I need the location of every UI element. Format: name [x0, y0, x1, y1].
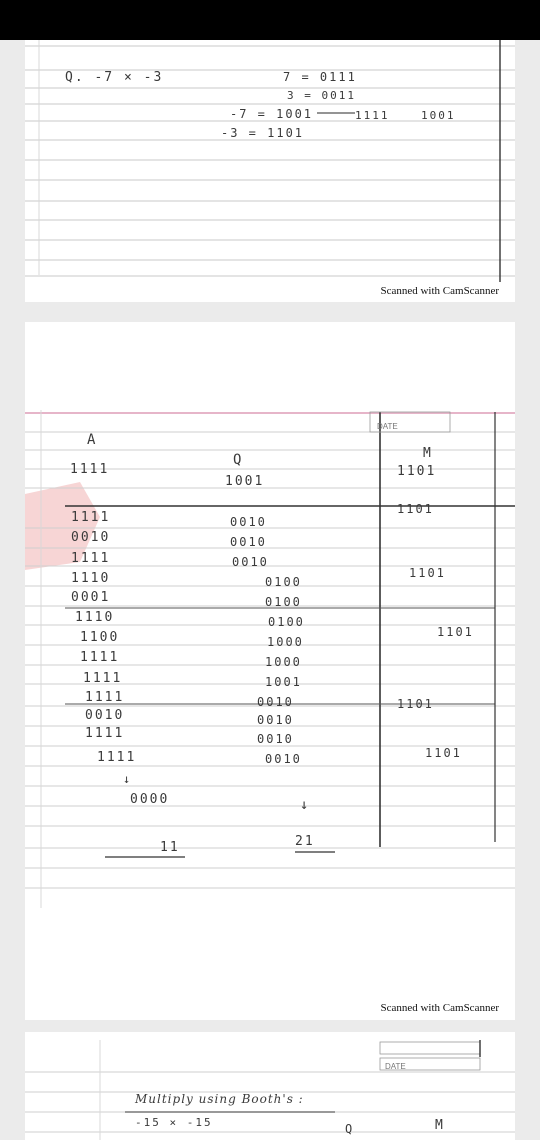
m-value-6: 1101	[425, 746, 462, 760]
page1-twos-complement: 1001	[421, 109, 456, 122]
q-step-6: 0100	[265, 595, 302, 609]
page3-subline: -15 × -15	[135, 1116, 213, 1129]
a-step-11: 1111	[85, 690, 125, 705]
a-step-10: 1111	[83, 671, 123, 686]
a-step-7: 1110	[75, 610, 115, 625]
q-step-10: 1001	[265, 675, 302, 689]
scanned-page-3: DATE Multiply using Booth's : -15 × -15 …	[25, 1032, 515, 1140]
q-step-5: 0100	[265, 575, 302, 589]
a-step-13: 1111	[85, 726, 125, 741]
a-down-arrow: ↓	[123, 772, 133, 786]
m-value-2: 1101	[397, 502, 434, 516]
a-step-2: 1111	[71, 510, 111, 525]
q-step-8: 1000	[267, 635, 304, 649]
q-step-3: 0010	[230, 535, 267, 549]
q-step-11: 0010	[257, 695, 294, 709]
q-step-9: 1000	[265, 655, 302, 669]
a-final: 0000	[130, 792, 170, 807]
q-result-decimal: 21	[295, 834, 315, 849]
column-q-header: Q	[233, 452, 244, 468]
a-step-9: 1111	[80, 650, 120, 665]
q-step-1: 1001	[225, 474, 265, 489]
date-label: DATE	[377, 422, 398, 431]
q-step-12: 0010	[257, 713, 294, 727]
q-down-arrow: ↓	[300, 797, 311, 813]
page3-q-label: Q	[345, 1122, 355, 1136]
q-step-14: 0010	[265, 752, 302, 766]
q-step-2: 0010	[230, 515, 267, 529]
column-a-header: A	[87, 432, 98, 448]
page3-heading: Multiply using Booth's :	[135, 1092, 304, 1106]
q-step-7: 0100	[268, 615, 305, 629]
date-label: DATE	[385, 1062, 406, 1071]
a-step-12: 0010	[85, 708, 125, 723]
m-value-3: 1101	[409, 566, 446, 580]
a-step-1: 1111	[70, 462, 110, 477]
a-result-decimal: 11	[160, 840, 180, 855]
page3-m-label: M	[435, 1118, 445, 1133]
a-step-3: 0010	[71, 530, 111, 545]
a-step-14: 1111	[97, 750, 137, 765]
q-step-4: 0010	[232, 555, 269, 569]
page1-minus-three: -3 = 1101	[221, 126, 305, 140]
page1-ones-complement: 1111	[355, 109, 390, 122]
camscanner-footer-1: Scanned with CamScanner	[380, 285, 499, 297]
camscanner-footer-2: Scanned with CamScanner	[380, 1002, 499, 1014]
scanned-page-1: Q. -7 × -3 7 = 0111 3 = 0011 -7 = 1001 1…	[25, 40, 515, 302]
a-step-4: 1111	[71, 551, 111, 566]
top-black-bar	[0, 0, 540, 40]
page1-minus-seven: -7 = 1001	[230, 107, 314, 121]
m-value-1: 1101	[397, 464, 437, 479]
page1-question: Q. -7 × -3	[65, 70, 164, 85]
a-step-8: 1100	[80, 630, 120, 645]
a-step-5: 1110	[71, 571, 111, 586]
q-step-13: 0010	[257, 732, 294, 746]
column-m-header: M	[423, 446, 433, 461]
m-value-5: 1101	[397, 697, 434, 711]
a-step-6: 0001	[71, 590, 111, 605]
page1-three-binary: 3 = 0011	[287, 89, 356, 102]
page1-seven-binary: 7 = 0111	[283, 70, 357, 84]
m-value-4: 1101	[437, 625, 474, 639]
scanned-page-2: DATE A Q M 1111 1111 0010 1111 1110 0001…	[25, 322, 515, 1020]
